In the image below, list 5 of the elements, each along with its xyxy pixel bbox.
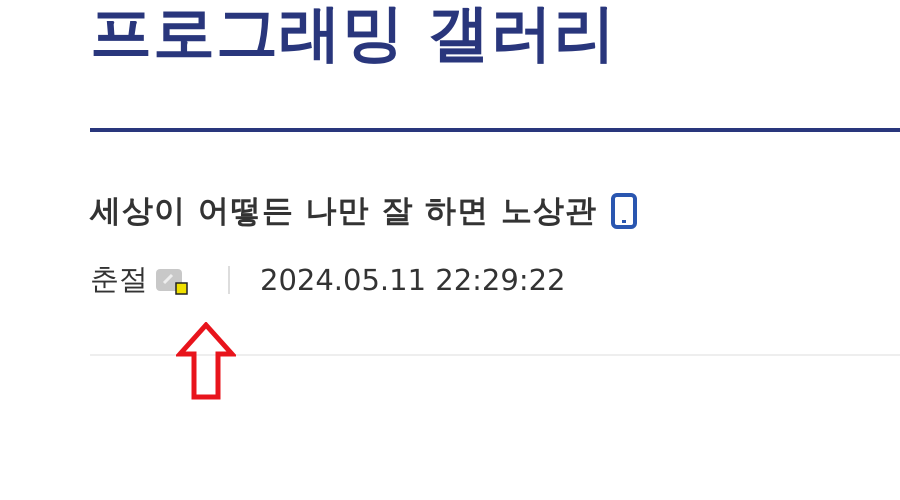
- post-title: 세상이 어떻든 나만 잘 하면 노상관: [90, 192, 597, 231]
- post-date: 2024.05.11 22:29:22: [260, 263, 566, 297]
- author-name[interactable]: 춘절: [90, 260, 148, 300]
- mobile-phone-icon: [610, 193, 637, 229]
- gallery-title: 프로그래밍 갤러리: [90, 0, 618, 71]
